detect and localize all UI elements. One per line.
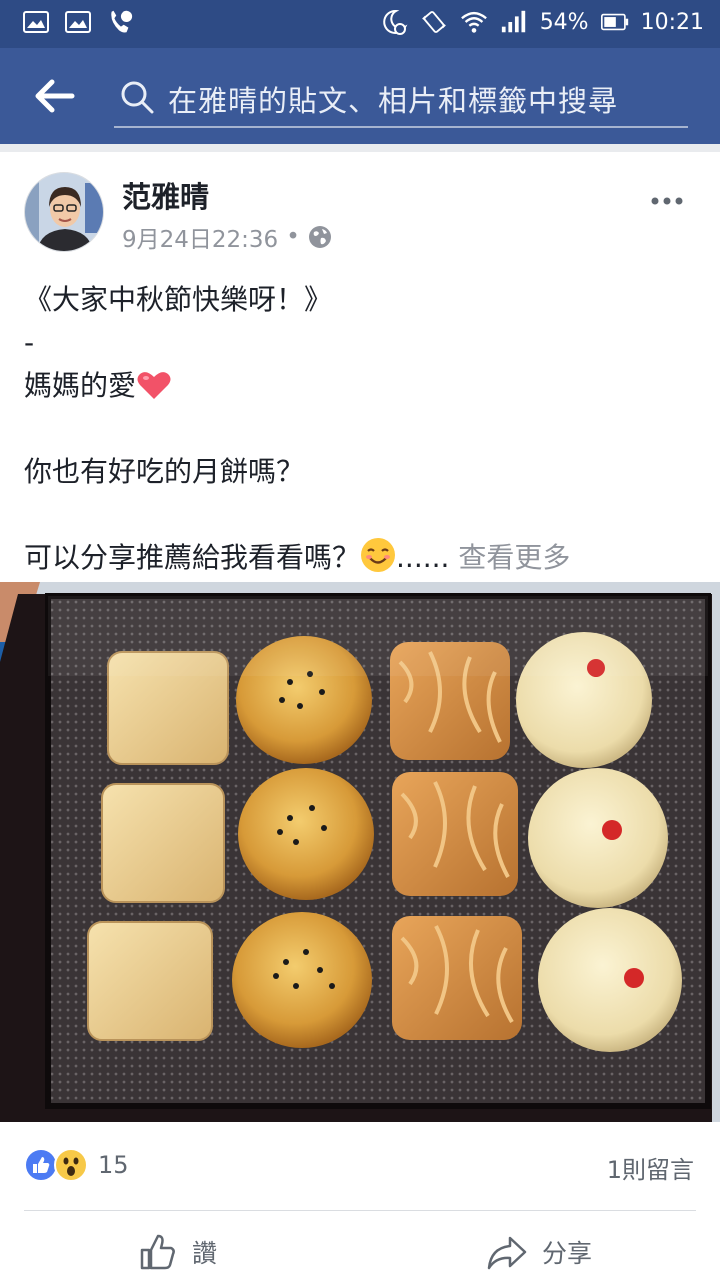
back-arrow-icon: [35, 79, 75, 113]
post-timestamp[interactable]: 9月24日22:36: [122, 220, 278, 254]
post-line-1: 《大家中秋節快樂呀！》: [24, 283, 333, 316]
actions-divider: [24, 1210, 696, 1211]
heart-emoji-icon: [137, 372, 171, 399]
image-notification-icon: [22, 8, 50, 36]
share-arrow-icon: [487, 1236, 527, 1270]
search-input[interactable]: 在雅晴的貼文、相片和標籤中搜尋: [114, 70, 688, 128]
post-line-2: -: [24, 326, 35, 359]
signal-icon: [500, 8, 528, 36]
post-body: 《大家中秋節快樂呀！》 - 媽媽的愛 你也有好吃的月餅嗎？ 可以分享推薦給我看看…: [24, 278, 696, 579]
search-header: 在雅晴的貼文、相片和標籤中搜尋: [0, 48, 720, 144]
post-line-6: [24, 493, 696, 536]
post-line-7-text: 可以分享推薦給我看看嗎？: [24, 541, 361, 574]
share-button[interactable]: 分享: [486, 1232, 592, 1272]
like-reaction-icon: [24, 1148, 58, 1182]
post-line-5: 你也有好吃的月餅嗎？: [24, 455, 305, 488]
post-photo[interactable]: [0, 582, 720, 1122]
meta-separator: •: [286, 224, 300, 250]
search-icon: [121, 81, 154, 114]
back-button[interactable]: [32, 76, 76, 116]
more-options-button[interactable]: [650, 180, 684, 213]
clock: 10:21: [640, 9, 704, 35]
post-meta: 9月24日22:36 •: [122, 220, 332, 254]
battery-icon: [600, 8, 629, 36]
globe-icon: [308, 226, 331, 248]
thumbs-up-icon: [140, 1234, 175, 1270]
wow-reaction-icon: [54, 1148, 88, 1182]
battery-percent: 54%: [539, 9, 589, 35]
post-line-4: [24, 407, 696, 450]
post-line-3: 媽媽的愛: [24, 364, 696, 407]
smiling-emoji-icon: [361, 538, 396, 572]
missed-call-icon: [106, 8, 134, 36]
search-placeholder: 在雅晴的貼文、相片和標籤中搜尋: [168, 84, 619, 118]
post-ellipsis: ......: [396, 541, 450, 574]
like-button[interactable]: 讚: [138, 1232, 217, 1272]
share-label: 分享: [542, 1239, 593, 1268]
author-name[interactable]: 范雅晴: [122, 174, 209, 216]
more-dots-icon: [651, 197, 683, 205]
reaction-count: 15: [98, 1151, 129, 1179]
status-bar: 54% 10:21: [0, 0, 720, 48]
image-notification-icon-2: [64, 8, 92, 36]
comments-count[interactable]: 1則留言: [607, 1150, 694, 1185]
post-line-7: 可以分享推薦給我看看嗎？...... 查看更多: [24, 536, 696, 579]
see-more-link[interactable]: 查看更多: [458, 541, 570, 574]
post-card: 范雅晴 9月24日22:36 • 《大家中秋節快樂呀！》 - 媽媽的愛 你也有好…: [0, 152, 720, 1280]
reactions-summary[interactable]: 15: [24, 1148, 129, 1182]
dnd-moon-icon: [380, 8, 408, 36]
avatar[interactable]: [24, 172, 104, 252]
like-label: 讚: [192, 1239, 218, 1268]
post-line-3-text: 媽媽的愛: [24, 369, 137, 402]
vibrate-icon: [420, 8, 448, 36]
wifi-icon: [460, 8, 488, 36]
